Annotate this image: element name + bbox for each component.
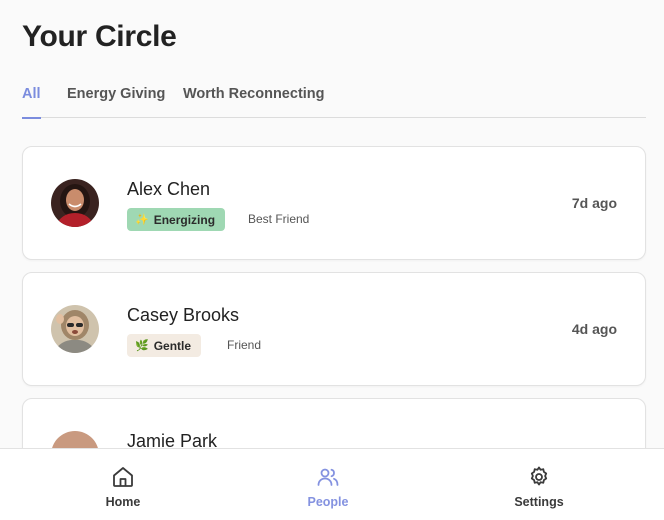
- person-name: Alex Chen: [127, 179, 211, 199]
- avatar: [51, 305, 99, 353]
- nav-home[interactable]: Home: [63, 449, 183, 520]
- sparkle-icon: ✨: [135, 214, 149, 226]
- person-name: Casey Brooks: [127, 305, 240, 325]
- tab-worth-reconnecting[interactable]: Worth Reconnecting: [183, 86, 325, 118]
- badge-label: Energizing: [153, 212, 216, 227]
- nav-label: Settings: [514, 495, 564, 509]
- page-title: Your Circle: [22, 20, 177, 53]
- tab-energy-giving[interactable]: Energy Giving: [67, 86, 165, 118]
- nav-label: People: [307, 495, 349, 509]
- bottom-nav: Home People Settings: [0, 448, 664, 520]
- relation-label: Best Friend: [248, 212, 310, 226]
- nav-settings[interactable]: Settings: [479, 449, 599, 520]
- home-icon: [111, 465, 135, 489]
- energy-badge: ✨ Energizing: [127, 208, 226, 231]
- person-card[interactable]: Casey Brooks 🌿 Gentle Friend 4d ago: [22, 272, 646, 386]
- badge-label: Gentle: [153, 338, 192, 353]
- tab-all[interactable]: All: [22, 86, 41, 119]
- energy-badge: 🌿 Gentle: [127, 334, 202, 357]
- avatar: [51, 179, 99, 227]
- filter-tabs: All Energy Giving Worth Reconnecting: [22, 86, 646, 119]
- relation-label: Friend: [227, 338, 262, 352]
- last-contact: 4d ago: [571, 321, 617, 337]
- last-contact: 7d ago: [571, 195, 617, 211]
- person-card[interactable]: Alex Chen ✨ Energizing Best Friend 7d ag…: [22, 146, 646, 260]
- people-icon: [316, 465, 340, 489]
- leaf-icon: 🌿: [135, 340, 149, 352]
- gear-icon: [527, 465, 551, 489]
- nav-label: Home: [105, 495, 141, 509]
- nav-people[interactable]: People: [268, 449, 388, 520]
